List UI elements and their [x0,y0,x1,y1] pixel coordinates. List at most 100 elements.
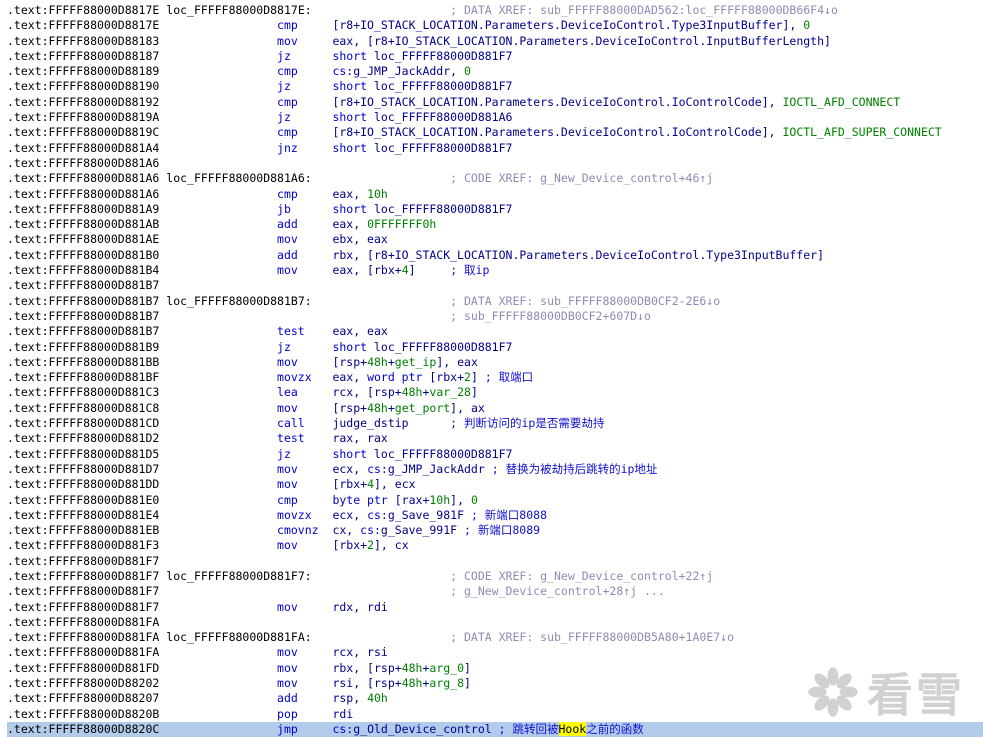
disasm-line[interactable]: .text:FFFFF88000D881D5 jz short loc_FFFF… [7,447,983,462]
disasm-line[interactable]: .text:FFFFF88000D881B7 loc_FFFFF88000D88… [7,294,983,309]
stack-variable[interactable]: arg_8 [429,676,464,690]
number-constant: 0 [470,492,478,507]
address: .text:FFFFF88000D881A4 [7,140,160,155]
symbol-name[interactable]: g_Save_991F [381,523,457,537]
disasm-line[interactable]: .text:FFFFF88000D881DD mov [rbx+4], ecx [7,477,983,492]
disasm-line[interactable]: .text:FFFFF88000D881C8 mov [rsp+48h+get_… [7,401,983,416]
stack-variable[interactable]: var_28 [429,385,471,399]
disasm-line[interactable]: .text:FFFFF88000D881B7 test eax, eax [7,324,983,339]
address: .text:FFFFF88000D88190 [7,79,160,94]
disasm-line[interactable]: .text:FFFFF88000D88202 mov rsi, [rsp+48h… [7,676,983,691]
disasm-line[interactable]: .text:FFFFF88000D881E4 movzx ecx, cs:g_S… [7,508,983,523]
disasm-line[interactable]: .text:FFFFF88000D881B0 add rbx, [r8+IO_S… [7,248,983,263]
disasm-line[interactable]: .text:FFFFF88000D881B9 jz short loc_FFFF… [7,340,983,355]
symbol-name[interactable]: g_Save_981F [388,508,464,522]
address: .text:FFFFF88000D8819C [7,125,160,140]
operand: ecx, [332,461,368,476]
symbol-name[interactable]: loc_FFFFF88000D881F7 [374,141,512,155]
disasm-line[interactable]: .text:FFFFF88000D881A6 cmp eax, 10h [7,187,983,202]
disasm-line[interactable]: .text:FFFFF88000D881FA loc_FFFFF88000D88… [7,630,983,645]
disasm-line[interactable]: .text:FFFFF88000D881E0 cmp byte ptr [rax… [7,493,983,508]
disasm-line[interactable]: .text:FFFFF88000D881F3 mov [rbx+2], cx [7,538,983,553]
disasm-line[interactable]: .text:FFFFF88000D88190 jz short loc_FFFF… [7,79,983,94]
disasm-line[interactable]: .text:FFFFF88000D881CD call judge_dstip … [7,416,983,431]
disasm-line[interactable]: .text:FFFFF88000D881A9 jb short loc_FFFF… [7,202,983,217]
disasm-line[interactable]: .text:FFFFF88000D881F7 ; g_New_Device_co… [7,584,983,599]
disasm-line[interactable]: .text:FFFFF88000D8817E loc_FFFFF88000D88… [7,3,983,18]
symbol-name[interactable]: g_Old_Device_control [353,722,491,736]
disasm-line[interactable]: .text:FFFFF88000D881B7 ; sub_FFFFF88000D… [7,309,983,324]
label-definition[interactable]: loc_FFFFF88000D881B7: [166,294,311,308]
disasm-line[interactable]: .text:FFFFF88000D8819A jz short loc_FFFF… [7,110,983,125]
label-definition[interactable]: loc_FFFFF88000D881F7: [166,569,311,583]
symbol-name[interactable]: loc_FFFFF88000D881A6 [374,110,512,124]
address: .text:FFFFF88000D881BF [7,370,160,385]
mnemonic: mov [277,676,298,691]
stack-variable[interactable]: get_port [395,401,450,415]
symbol-name[interactable]: judge_dstip [332,416,408,430]
operand: eax, [rbx+ [332,263,402,278]
symbol-name[interactable]: loc_FFFFF88000D881F7 [374,49,512,63]
mnemonic: jmp [277,721,298,736]
disasm-line[interactable]: .text:FFFFF88000D881FA [7,615,983,630]
disasm-line[interactable]: .text:FFFFF88000D881A4 jnz short loc_FFF… [7,141,983,156]
disasm-line[interactable]: .text:FFFFF88000D881A6 [7,156,983,171]
disasm-line[interactable]: .text:FFFFF88000D881D2 test rax, rax [7,431,983,446]
disasm-line[interactable]: .text:FFFFF88000D881BF movzx eax, word p… [7,370,983,385]
keyword: short [332,79,374,94]
disasm-line-selected[interactable]: .text:FFFFF88000D8820C jmp cs:g_Old_Devi… [7,721,983,737]
disasm-line[interactable]: .text:FFFFF88000D881A6 loc_FFFFF88000D88… [7,171,983,186]
disasm-line[interactable]: .text:FFFFF88000D88192 cmp [r8+IO_STACK_… [7,95,983,110]
disasm-line[interactable]: .text:FFFFF88000D881B7 [7,278,983,293]
disasm-line[interactable]: .text:FFFFF88000D88189 cmp cs:g_JMP_Jack… [7,64,983,79]
disasm-line[interactable]: .text:FFFFF88000D88187 jz short loc_FFFF… [7,49,983,64]
disasm-line[interactable]: .text:FFFFF88000D88207 add rsp, 40h [7,691,983,706]
disasm-line[interactable]: .text:FFFFF88000D881FA mov rcx, rsi [7,645,983,660]
disasm-line[interactable]: .text:FFFFF88000D881D7 mov ecx, cs:g_JMP… [7,462,983,477]
symbol-name[interactable]: loc_FFFFF88000D881F7 [374,447,512,461]
label-definition[interactable]: loc_FFFFF88000D8817E: [166,3,311,17]
search-highlight: Hook [558,721,587,736]
number-constant: 48h [367,354,388,369]
stack-variable[interactable]: arg_0 [429,661,464,675]
address: .text:FFFFF88000D881B9 [7,339,160,354]
disasm-line[interactable]: .text:FFFFF88000D8819C cmp [r8+IO_STACK_… [7,125,983,140]
symbol-name[interactable]: loc_FFFFF88000D881F7 [374,340,512,354]
disasm-line[interactable]: .text:FFFFF88000D881F7 mov rdx, rdi [7,600,983,615]
disasm-line[interactable]: .text:FFFFF88000D881F7 [7,554,983,569]
disasm-line[interactable]: .text:FFFFF88000D881F7 loc_FFFFF88000D88… [7,569,983,584]
label-definition[interactable]: loc_FFFFF88000D881FA: [166,630,311,644]
mnemonic: jz [277,339,291,354]
disasm-line[interactable]: .text:FFFFF88000D881AB add eax, 0FFFFFFF… [7,217,983,232]
disasm-line[interactable]: .text:FFFFF88000D8817E cmp [r8+IO_STACK_… [7,18,983,33]
operand: rcx, [rsp+ [332,385,402,400]
disasm-line[interactable]: .text:FFFFF88000D881EB cmovnz cx, cs:g_S… [7,523,983,538]
disassembly-listing[interactable]: .text:FFFFF88000D8817E loc_FFFFF88000D88… [0,0,983,737]
symbol-name[interactable]: g_JMP_JackAddr [353,64,450,78]
disasm-line[interactable]: .text:FFFFF88000D881FD mov rbx, [rsp+48h… [7,661,983,676]
symbol-name[interactable]: loc_FFFFF88000D881F7 [374,202,512,216]
stack-variable[interactable]: get_ip [395,355,437,369]
disasm-line[interactable]: .text:FFFFF88000D8820B pop rdi [7,707,983,722]
disasm-line[interactable]: .text:FFFFF88000D881BB mov [rsp+48h+get_… [7,355,983,370]
disasm-line[interactable]: .text:FFFFF88000D88183 mov eax, [r8+IO_S… [7,34,983,49]
disasm-line[interactable]: .text:FFFFF88000D881C3 lea rcx, [rsp+48h… [7,385,983,400]
symbol-name[interactable]: g_JMP_JackAddr [388,462,485,476]
disasm-line[interactable]: .text:FFFFF88000D881AE mov ebx, eax [7,232,983,247]
label-definition[interactable]: loc_FFFFF88000D881A6: [166,171,311,185]
symbol-name[interactable]: loc_FFFFF88000D881F7 [374,79,512,93]
disasm-line[interactable]: .text:FFFFF88000D881B4 mov eax, [rbx+4] … [7,263,983,278]
